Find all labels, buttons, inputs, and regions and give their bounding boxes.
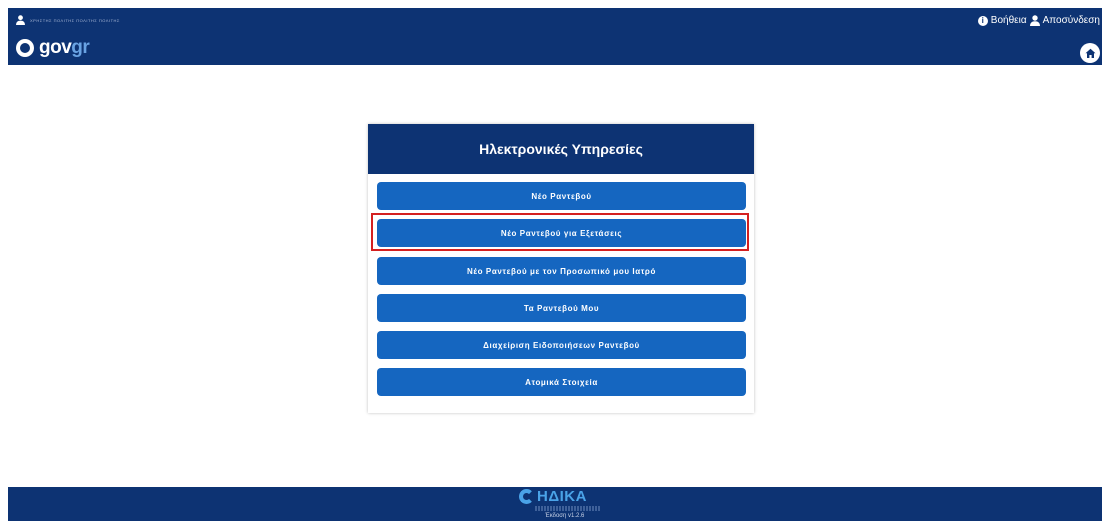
logout-link[interactable]: Αποσύνδεση (1029, 15, 1100, 26)
help-label: Βοήθεια (990, 15, 1027, 26)
logout-label: Αποσύνδεση (1042, 15, 1100, 26)
new-exam-appointment-button[interactable]: Νέο Ραντεβού για Εξετάσεις (377, 219, 746, 247)
version-label: Έκδοση v1.2.6 (545, 513, 585, 519)
info-icon: i (977, 15, 988, 26)
user-icon (16, 15, 25, 25)
services-card: Ηλεκτρονικές Υπηρεσίες Νέο Ραντεβού Νέο … (368, 124, 754, 413)
top-header: ΧΡΗΣΤΗΣ ΠΟΛΙΤΗΣ ΠΟΛΙΤΗΣ ΠΟΛΙΤΗΣ govgr i … (8, 8, 1102, 65)
home-icon (1085, 48, 1095, 58)
govgr-seal-icon (16, 39, 34, 57)
logo-text-gr: gr (71, 37, 90, 58)
user-name: ΧΡΗΣΤΗΣ ΠΟΛΙΤΗΣ ΠΟΛΙΤΗΣ ΠΟΛΙΤΗΣ (30, 17, 120, 23)
idika-logo: ΗΔΙΚΑ (519, 488, 587, 505)
my-appointments-button[interactable]: Τα Ραντεβού Μου (377, 294, 746, 322)
user-info: ΧΡΗΣΤΗΣ ΠΟΛΙΤΗΣ ΠΟΛΙΤΗΣ ΠΟΛΙΤΗΣ (16, 15, 120, 25)
govgr-logo[interactable]: govgr (16, 37, 90, 59)
personal-doctor-appointment-button[interactable]: Νέο Ραντεβού με τον Προσωπικό μου Ιατρό (377, 257, 746, 285)
logo-text-gov: gov (39, 37, 72, 58)
footer-brand-subtitle (535, 506, 600, 511)
help-link[interactable]: i Βοήθεια (977, 15, 1027, 26)
footer: ΗΔΙΚΑ Έκδοση v1.2.6 (8, 487, 1102, 521)
appointment-notifications-button[interactable]: Διαχείριση Ειδοποιήσεων Ραντεβού (377, 331, 746, 359)
card-title: Ηλεκτρονικές Υπηρεσίες (368, 124, 754, 174)
new-appointment-button[interactable]: Νέο Ραντεβού (377, 182, 746, 210)
top-right-links: i Βοήθεια Αποσύνδεση (977, 15, 1100, 26)
logo-text: govgr (39, 37, 90, 59)
footer-brand: ΗΔΙΚΑ (537, 488, 587, 505)
personal-details-button[interactable]: Ατομικά Στοιχεία (377, 368, 746, 396)
logout-user-icon (1029, 15, 1040, 26)
home-button[interactable] (1080, 43, 1100, 63)
idika-swirl-icon (519, 489, 534, 504)
